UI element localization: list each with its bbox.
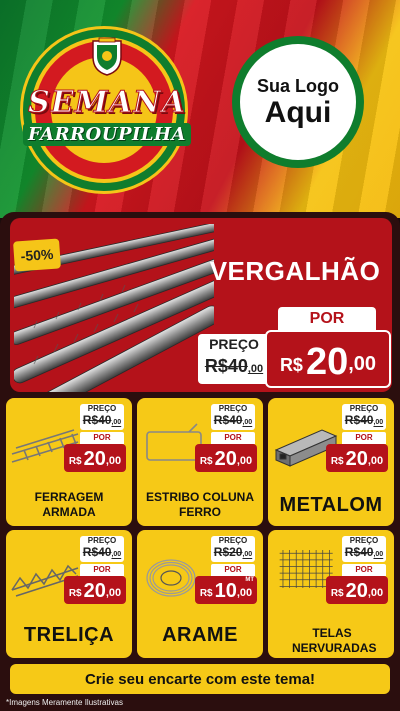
price-int: 10 bbox=[214, 580, 237, 602]
old-price: R$40,00 bbox=[344, 545, 384, 559]
coat-of-arms-icon bbox=[92, 37, 122, 76]
price-unit: MT bbox=[245, 577, 254, 583]
event-title-line2: FARROUPILHA bbox=[23, 123, 191, 146]
featured-price-int: 20 bbox=[305, 341, 349, 383]
product-card-telas-nervuradas: PREÇO R$40,00 POR R$ 20 ,00 TELAS NERVUR… bbox=[268, 530, 394, 658]
currency: R$ bbox=[199, 456, 213, 467]
flag-header: SEMANA FARROUPILHA Sua Logo Aqui bbox=[0, 0, 400, 218]
old-price: R$40,00 bbox=[213, 413, 253, 427]
price-dec: ,00 bbox=[367, 455, 384, 467]
featured-old-price: R$40,00 bbox=[204, 356, 264, 376]
old-price-label: PREÇO bbox=[349, 404, 379, 413]
price-int: 20 bbox=[214, 448, 237, 470]
new-price-label: POR bbox=[211, 564, 255, 576]
new-price-label: POR bbox=[342, 564, 386, 576]
featured-currency: R$ bbox=[279, 355, 303, 375]
new-price-label: POR bbox=[80, 564, 124, 576]
old-price: R$40,00 bbox=[82, 545, 122, 559]
product-card-trelica: PREÇO R$40,00 POR R$ 20 ,00 TRELIÇA bbox=[6, 530, 132, 658]
discount-badge: -50% bbox=[13, 238, 61, 272]
price-int: 20 bbox=[345, 580, 368, 602]
logo-placeholder-line1: Sua Logo bbox=[257, 76, 339, 96]
price-int: 20 bbox=[345, 448, 368, 470]
price-int: 20 bbox=[83, 580, 106, 602]
price-dec: ,00 bbox=[236, 455, 253, 467]
old-price-label: PREÇO bbox=[87, 404, 117, 413]
logo-placeholder: Sua Logo Aqui bbox=[232, 36, 364, 168]
new-price: R$ 20 ,00 bbox=[195, 444, 257, 472]
old-price-tag: PREÇO R$40,00 bbox=[80, 404, 124, 430]
new-price: R$ 20 ,00 bbox=[64, 576, 126, 604]
currency: R$ bbox=[68, 456, 82, 467]
new-price: R$ 20 ,00 bbox=[326, 444, 388, 472]
event-seal: SEMANA FARROUPILHA bbox=[20, 26, 191, 194]
price-dec: ,00 bbox=[367, 587, 384, 599]
currency: R$ bbox=[199, 588, 213, 599]
product-name: METALOM bbox=[279, 494, 383, 516]
featured-title: VERGALHÃO bbox=[209, 256, 381, 286]
event-title-line1: SEMANA bbox=[28, 85, 186, 121]
old-price: R$40,00 bbox=[82, 413, 122, 427]
old-price-label: PREÇO bbox=[218, 404, 248, 413]
product-name: ARAME bbox=[162, 624, 238, 646]
price-dec: ,00 bbox=[105, 587, 122, 599]
disclaimer: *Imagens Meramente Ilustrativas bbox=[6, 698, 123, 707]
old-price: R$40,00 bbox=[344, 413, 384, 427]
logo-placeholder-line2: Aqui bbox=[264, 96, 332, 129]
new-price: R$ 20 ,00 bbox=[64, 444, 126, 472]
new-price-label: POR bbox=[80, 432, 124, 444]
old-price-tag: PREÇO R$40,00 bbox=[80, 536, 124, 562]
product-name: ESTRIBO COLUNA FERRO bbox=[146, 490, 254, 519]
new-price: R$ 20 ,00 bbox=[326, 576, 388, 604]
old-price-tag: PREÇO R$40,00 bbox=[342, 404, 386, 430]
product-card-estribo-coluna-ferro: PREÇO R$40,00 POR R$ 20 ,00 ESTRIBO COLU… bbox=[137, 398, 263, 526]
featured-old-price-tag: PREÇO R$40,00 bbox=[198, 334, 270, 384]
old-price: R$20,00 bbox=[213, 545, 253, 559]
product-card-ferragem-armada: PREÇO R$40,00 POR R$ 20 ,00 FERRAGEM ARM… bbox=[6, 398, 132, 526]
price-dec: ,00 bbox=[105, 455, 122, 467]
product-name: TRELIÇA bbox=[23, 624, 115, 646]
product-name: TELAS NERVURADAS bbox=[292, 626, 377, 655]
new-price: R$ 10 ,00 MT bbox=[195, 576, 257, 604]
old-price-label: PREÇO bbox=[218, 536, 248, 545]
old-price-label: PREÇO bbox=[349, 536, 379, 545]
product-name: FERRAGEM ARMADA bbox=[34, 490, 104, 519]
featured-old-price-label: PREÇO bbox=[209, 336, 259, 352]
product-card-arame: PREÇO R$20,00 POR R$ 10 ,00 MT ARAME bbox=[137, 530, 263, 658]
new-price-label: POR bbox=[342, 432, 386, 444]
currency: R$ bbox=[330, 456, 344, 467]
price-dec: ,00 bbox=[236, 587, 253, 599]
old-price-tag: PREÇO R$20,00 bbox=[211, 536, 255, 562]
old-price-tag: PREÇO R$40,00 bbox=[211, 404, 255, 430]
old-price-label: PREÇO bbox=[87, 536, 117, 545]
new-price-label: POR bbox=[211, 432, 255, 444]
currency: R$ bbox=[68, 588, 82, 599]
old-price-tag: PREÇO R$40,00 bbox=[342, 536, 386, 562]
featured-price: R$ 20 ,00 bbox=[265, 330, 391, 388]
logo-placeholder-inner: Sua Logo Aqui bbox=[240, 44, 356, 160]
cta-banner[interactable]: Crie seu encarte com este tema! bbox=[10, 664, 390, 694]
currency: R$ bbox=[330, 588, 344, 599]
price-int: 20 bbox=[83, 448, 106, 470]
product-card-metalom: PREÇO R$40,00 POR R$ 20 ,00 METALOM bbox=[268, 398, 394, 526]
featured-price-dec: ,00 bbox=[348, 353, 377, 375]
featured-new-price-label: POR bbox=[278, 307, 376, 331]
